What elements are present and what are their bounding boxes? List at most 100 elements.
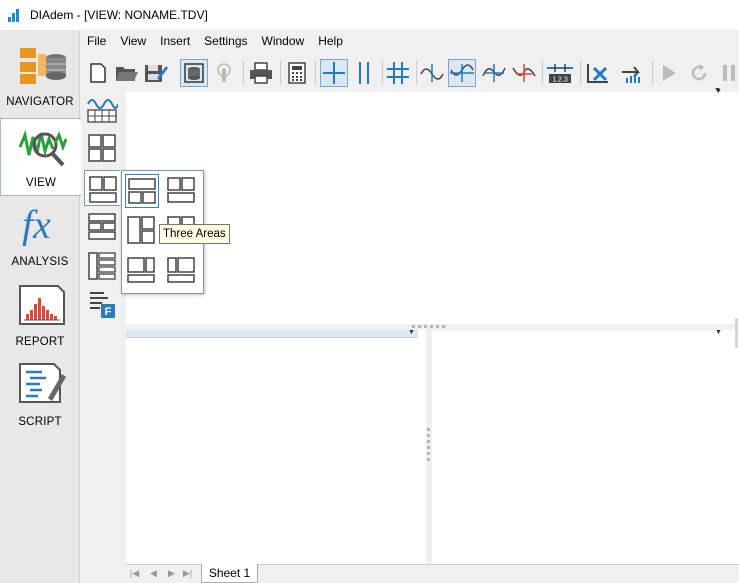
repeat-button[interactable] (685, 59, 713, 87)
menu-insert[interactable]: Insert (153, 30, 197, 52)
top-pair-bottom-bar-icon (127, 257, 155, 283)
peak-cursor-selected-button[interactable] (448, 59, 476, 87)
analysis-fx-icon: fx (22, 204, 51, 246)
tab-sheet-1[interactable]: Sheet 1 (201, 564, 258, 583)
menu-bar: File View Insert Settings Window Help (80, 30, 739, 52)
band-cursor-button[interactable] (384, 59, 412, 87)
band-cursor-icon (387, 62, 409, 84)
repeat-icon (691, 64, 707, 81)
cursor-measure-button[interactable] (510, 59, 538, 87)
export-icon (622, 66, 641, 83)
nav-label-script: SCRIPT (18, 416, 62, 428)
title-bar: DIAdem - [VIEW: NONAME.TDV] (0, 0, 739, 30)
value-display-icon: 1.2.3 (547, 64, 573, 84)
first-sheet-icon[interactable]: |◀ (129, 568, 140, 579)
module-panel: NAVIGATOR VIEW fx ANALYSIS REPORT SCRIPT (0, 30, 81, 583)
two-top-one-bottom-icon (167, 177, 195, 203)
left-column-icon (127, 216, 155, 244)
peak-cursor-icon (420, 64, 444, 82)
prev-sheet-icon[interactable]: ◀ (148, 568, 159, 579)
three-areas-icon (128, 178, 156, 204)
layout-option-top-pair[interactable] (125, 254, 159, 288)
nav-label-report: REPORT (15, 336, 65, 348)
top-area-menu-icon[interactable]: ▼ (715, 88, 722, 95)
play-icon (663, 65, 676, 81)
curve-table-icon[interactable] (86, 94, 118, 126)
save-button[interactable] (142, 59, 170, 87)
value-display-text: 1.2.3 (552, 77, 568, 84)
calculator-button[interactable] (283, 59, 311, 87)
report-icon (19, 285, 65, 325)
layout-option-three-areas[interactable] (125, 174, 159, 208)
svg-text:fx: fx (22, 204, 51, 246)
cursor-measure-icon (512, 64, 536, 82)
sheet-tab-bar: |◀ ◀ ▶ ▶| Sheet 1 (126, 564, 739, 583)
last-sheet-icon[interactable]: ▶| (182, 568, 193, 579)
export-button[interactable] (618, 59, 646, 87)
touch-button[interactable] (211, 59, 239, 87)
four-areas-icon[interactable] (86, 132, 118, 164)
view-icon (19, 129, 67, 167)
bottom-left-area[interactable] (126, 330, 426, 564)
layout-option-two-top-one-bottom[interactable] (165, 174, 199, 208)
bottom-left-area-header (126, 330, 418, 338)
peak-cursor-button[interactable] (418, 59, 446, 87)
area-layout-icon (89, 176, 117, 203)
next-sheet-icon[interactable]: ▶ (166, 568, 177, 579)
bottom-right-area-menu-icon[interactable]: ▼ (715, 329, 722, 336)
pause-icon (723, 65, 735, 81)
bottom-left-area-menu-icon[interactable]: ▼ (408, 329, 415, 336)
two-cursors-icon (359, 62, 369, 84)
nav-item-navigator[interactable]: NAVIGATOR (0, 40, 80, 118)
two-cursors-button[interactable] (350, 59, 378, 87)
top-pair-alt-bottom-bar-icon (167, 257, 195, 283)
valley-cursor-icon (482, 64, 506, 82)
svg-text:F: F (105, 306, 112, 318)
bottom-right-area[interactable] (432, 330, 739, 564)
new-button[interactable] (84, 59, 112, 87)
nav-item-analysis[interactable]: fx ANALYSIS (0, 198, 80, 276)
menu-file[interactable]: File (80, 30, 113, 52)
menu-view[interactable]: View (113, 30, 153, 52)
peak-cursor-selected-icon (450, 64, 474, 82)
cursor-cross-button[interactable] (320, 59, 348, 87)
data-portal-icon (184, 63, 204, 83)
layout-option-top-pair-alt[interactable] (165, 254, 199, 288)
delete-points-button[interactable] (584, 59, 612, 87)
nav-label-analysis: ANALYSIS (11, 256, 69, 268)
layout-icon-strip: F (82, 92, 124, 322)
cursor-cross-icon (323, 62, 345, 84)
layout-option-left-column[interactable] (125, 214, 159, 248)
menu-window[interactable]: Window (255, 30, 312, 52)
pause-button[interactable] (715, 59, 739, 87)
nav-item-view[interactable]: VIEW (0, 118, 81, 196)
toolbar: 1.2.3 ▼ (80, 53, 739, 94)
calculator-icon (288, 62, 306, 84)
script-icon (19, 363, 66, 403)
split-rows-icon[interactable] (86, 210, 118, 242)
save-icon (145, 65, 168, 82)
new-icon (90, 63, 106, 83)
navigator-icon (20, 48, 66, 84)
valley-cursor-button[interactable] (480, 59, 508, 87)
play-button[interactable] (655, 59, 683, 87)
touch-icon (217, 63, 231, 82)
open-icon (116, 67, 138, 81)
menu-settings[interactable]: Settings (197, 30, 254, 52)
list-areas-icon[interactable] (86, 250, 118, 282)
nav-item-script[interactable]: SCRIPT (0, 358, 80, 436)
text-file-icon[interactable]: F (86, 288, 118, 320)
area-layout-button[interactable] (84, 170, 120, 206)
value-display-button[interactable]: 1.2.3 (546, 59, 574, 87)
right-edge-grip[interactable] (735, 318, 738, 348)
top-area[interactable] (126, 92, 739, 324)
data-portal-button[interactable] (180, 59, 208, 87)
open-button[interactable] (113, 59, 141, 87)
menu-help[interactable]: Help (311, 30, 350, 52)
print-button[interactable] (247, 59, 275, 87)
nav-label-navigator: NAVIGATOR (6, 96, 74, 108)
delete-points-icon (587, 64, 608, 83)
nav-item-report[interactable]: REPORT (0, 278, 80, 356)
print-icon (250, 62, 272, 84)
window-title: DIAdem - [VIEW: NONAME.TDV] (30, 8, 208, 22)
